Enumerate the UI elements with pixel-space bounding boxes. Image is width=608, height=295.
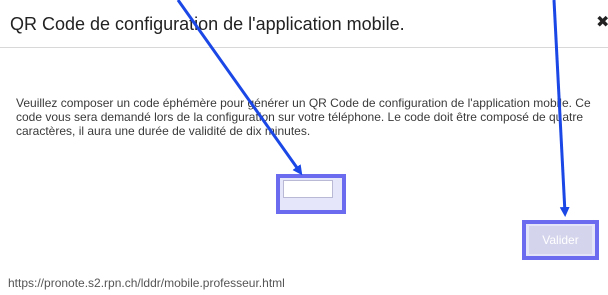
validate-button-label: Valider — [529, 226, 592, 254]
validate-button[interactable]: Valider — [522, 220, 599, 260]
divider — [0, 47, 608, 48]
code-input[interactable] — [283, 180, 333, 198]
qr-config-dialog: QR Code de configuration de l'applicatio… — [0, 0, 608, 295]
mobile-url-link[interactable]: https://pronote.s2.rpn.ch/lddr/mobile.pr… — [8, 276, 285, 290]
dialog-title: QR Code de configuration de l'applicatio… — [10, 14, 405, 34]
close-icon[interactable]: ✖ — [596, 15, 608, 31]
instructions-text: Veuillez composer un code éphémère pour … — [16, 96, 591, 138]
